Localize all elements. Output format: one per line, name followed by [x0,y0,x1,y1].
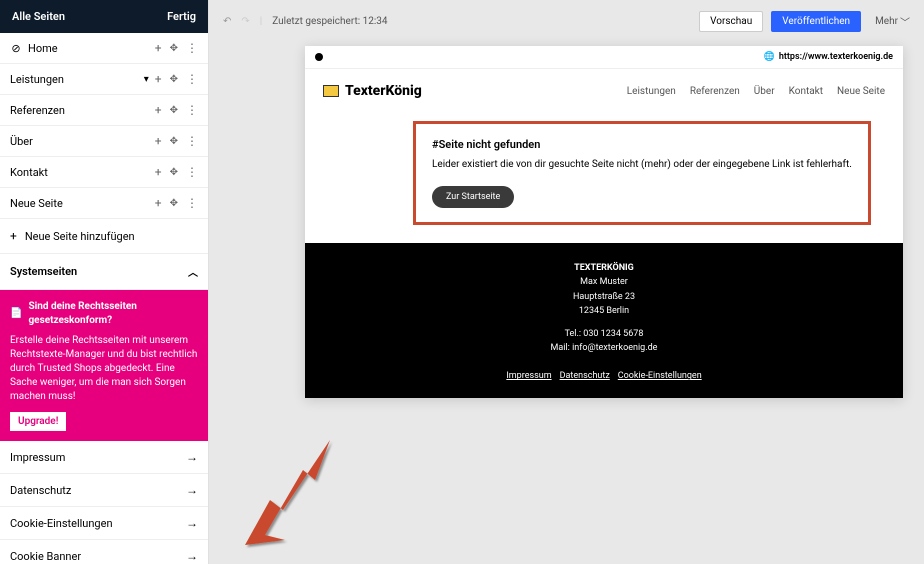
site-footer: TEXTERKÖNIG Max Muster Hauptstraße 23 12… [305,243,903,398]
move-icon[interactable]: ✥ [170,43,178,54]
system-pages-header[interactable]: Systemseiten ︿ [0,254,208,290]
sidebar: Alle Seiten Fertig ⊘ Home + ✥ ⋮ Leistungen ▾ + ✥… [0,0,209,564]
legal-promo-banner: 📄 Sind deine Rechtsseiten gesetzeskonfor… [0,290,208,441]
page-label: Home [28,42,58,55]
promo-body: Erstelle deine Rechtsseiten mit unserem … [10,334,198,404]
plus-icon: + [10,229,17,243]
page-label: Referenzen [10,104,65,117]
notfound-content: #Seite nicht gefunden Leider existiert d… [413,121,871,225]
move-icon[interactable]: ✥ [170,74,178,85]
add-icon[interactable]: + [155,165,162,179]
system-page-label: Impressum [10,451,65,464]
notfound-body: Leider existiert die von dir gesuchte Se… [432,157,852,172]
chevron-up-icon: ︿ [188,264,198,279]
nav-link[interactable]: Leistungen [627,86,676,97]
document-icon: 📄 [10,307,22,321]
footer-mail: Mail: info@texterkoenig.de [305,341,903,355]
arrow-right-icon: → [186,516,198,530]
footer-city: 12345 Berlin [305,304,903,318]
sidebar-title: Alle Seiten [12,10,65,23]
nav-link[interactable]: Kontakt [789,86,823,97]
logo-mark-icon [323,85,339,97]
visibility-off-icon: ⊘ [10,42,22,54]
site-header: TexterKönig Leistungen Referenzen Über Kont… [305,69,903,113]
topbar: ↶ ↷ | Zuletzt gespeichert: 12:34 Vorscha… [209,0,924,42]
page-label: Über [10,135,33,148]
saved-status: Zuletzt gespeichert: 12:34 [272,16,387,27]
add-icon[interactable]: + [155,72,162,86]
site-nav: Leistungen Referenzen Über Kontakt Neue Seit… [627,86,885,97]
window-dot-icon [315,53,323,61]
more-icon[interactable]: ⋮ [186,166,198,178]
add-page-label: Neue Seite hinzufügen [25,230,135,243]
move-icon[interactable]: ✥ [170,167,178,178]
chevron-down-icon: ▾ [144,74,149,85]
add-icon[interactable]: + [155,134,162,148]
arrow-right-icon: → [186,549,198,563]
add-icon[interactable]: + [155,41,162,55]
more-icon[interactable]: ⋮ [186,42,198,54]
system-page-label: Cookie Banner [10,550,81,563]
add-icon[interactable]: + [155,103,162,117]
done-button[interactable]: Fertig [167,10,196,23]
site-logo[interactable]: TexterKönig [323,83,422,99]
preview-canvas: 🌐 https://www.texterkoenig.de TexterKönig… [305,46,903,398]
arrow-right-icon: → [186,450,198,464]
more-menu[interactable]: Mehr﹀ [875,14,910,29]
home-button[interactable]: Zur Startseite [432,186,514,208]
promo-title: Sind deine Rechtsseiten gesetzeskonform? [28,300,198,328]
footer-name: Max Muster [305,275,903,289]
more-icon[interactable]: ⋮ [186,104,198,116]
arrow-right-icon: → [186,483,198,497]
system-page-label: Datenschutz [10,484,71,497]
page-row[interactable]: ⊘ Home + ✥ ⋮ [0,33,208,64]
page-label: Kontakt [10,166,48,179]
system-page-row[interactable]: Cookie Banner → [0,540,208,564]
move-icon[interactable]: ✥ [170,105,178,116]
nav-link[interactable]: Referenzen [690,86,740,97]
annotation-arrow-icon [215,425,345,555]
footer-tel: Tel.: 030 1234 5678 [305,327,903,341]
system-page-label: Cookie-Einstellungen [10,517,113,530]
more-icon[interactable]: ⋮ [186,135,198,147]
preview-button[interactable]: Vorschau [699,11,763,32]
add-icon[interactable]: + [155,196,162,210]
chevron-down-icon: ﹀ [900,14,910,29]
footer-links: Impressum Datenschutz Cookie-Einstellungen [305,369,903,383]
redo-icon[interactable]: ↷ [241,16,249,27]
footer-title: TEXTERKÖNIG [305,261,903,275]
footer-link[interactable]: Cookie-Einstellungen [618,371,702,381]
system-page-row[interactable]: Datenschutz → [0,474,208,507]
preview-urlbar: 🌐 https://www.texterkoenig.de [305,46,903,69]
system-page-row[interactable]: Cookie-Einstellungen → [0,507,208,540]
more-icon[interactable]: ⋮ [186,73,198,85]
preview-url: https://www.texterkoenig.de [779,52,893,62]
system-page-row[interactable]: Impressum → [0,441,208,474]
page-label: Neue Seite [10,197,63,210]
footer-link[interactable]: Impressum [506,371,551,381]
globe-icon: 🌐 [764,52,775,62]
page-row[interactable]: Über + ✥ ⋮ [0,126,208,157]
sidebar-header: Alle Seiten Fertig [0,0,208,33]
more-icon[interactable]: ⋮ [186,197,198,209]
page-row[interactable]: Leistungen ▾ + ✥ ⋮ [0,64,208,95]
page-label: Leistungen [10,73,64,86]
undo-icon[interactable]: ↶ [223,16,231,27]
add-page-row[interactable]: + Neue Seite hinzufügen [0,219,208,254]
move-icon[interactable]: ✥ [170,198,178,209]
publish-button[interactable]: Veröffentlichen [771,11,861,32]
nav-link[interactable]: Über [754,86,775,97]
footer-street: Hauptstraße 23 [305,290,903,304]
footer-link[interactable]: Datenschutz [560,371,610,381]
nav-link[interactable]: Neue Seite [837,86,885,97]
page-row[interactable]: Referenzen + ✥ ⋮ [0,95,208,126]
notfound-title: #Seite nicht gefunden [432,138,852,151]
page-row[interactable]: Kontakt + ✥ ⋮ [0,157,208,188]
upgrade-button[interactable]: Upgrade! [10,412,66,431]
page-row[interactable]: Neue Seite + ✥ ⋮ [0,188,208,219]
move-icon[interactable]: ✥ [170,136,178,147]
